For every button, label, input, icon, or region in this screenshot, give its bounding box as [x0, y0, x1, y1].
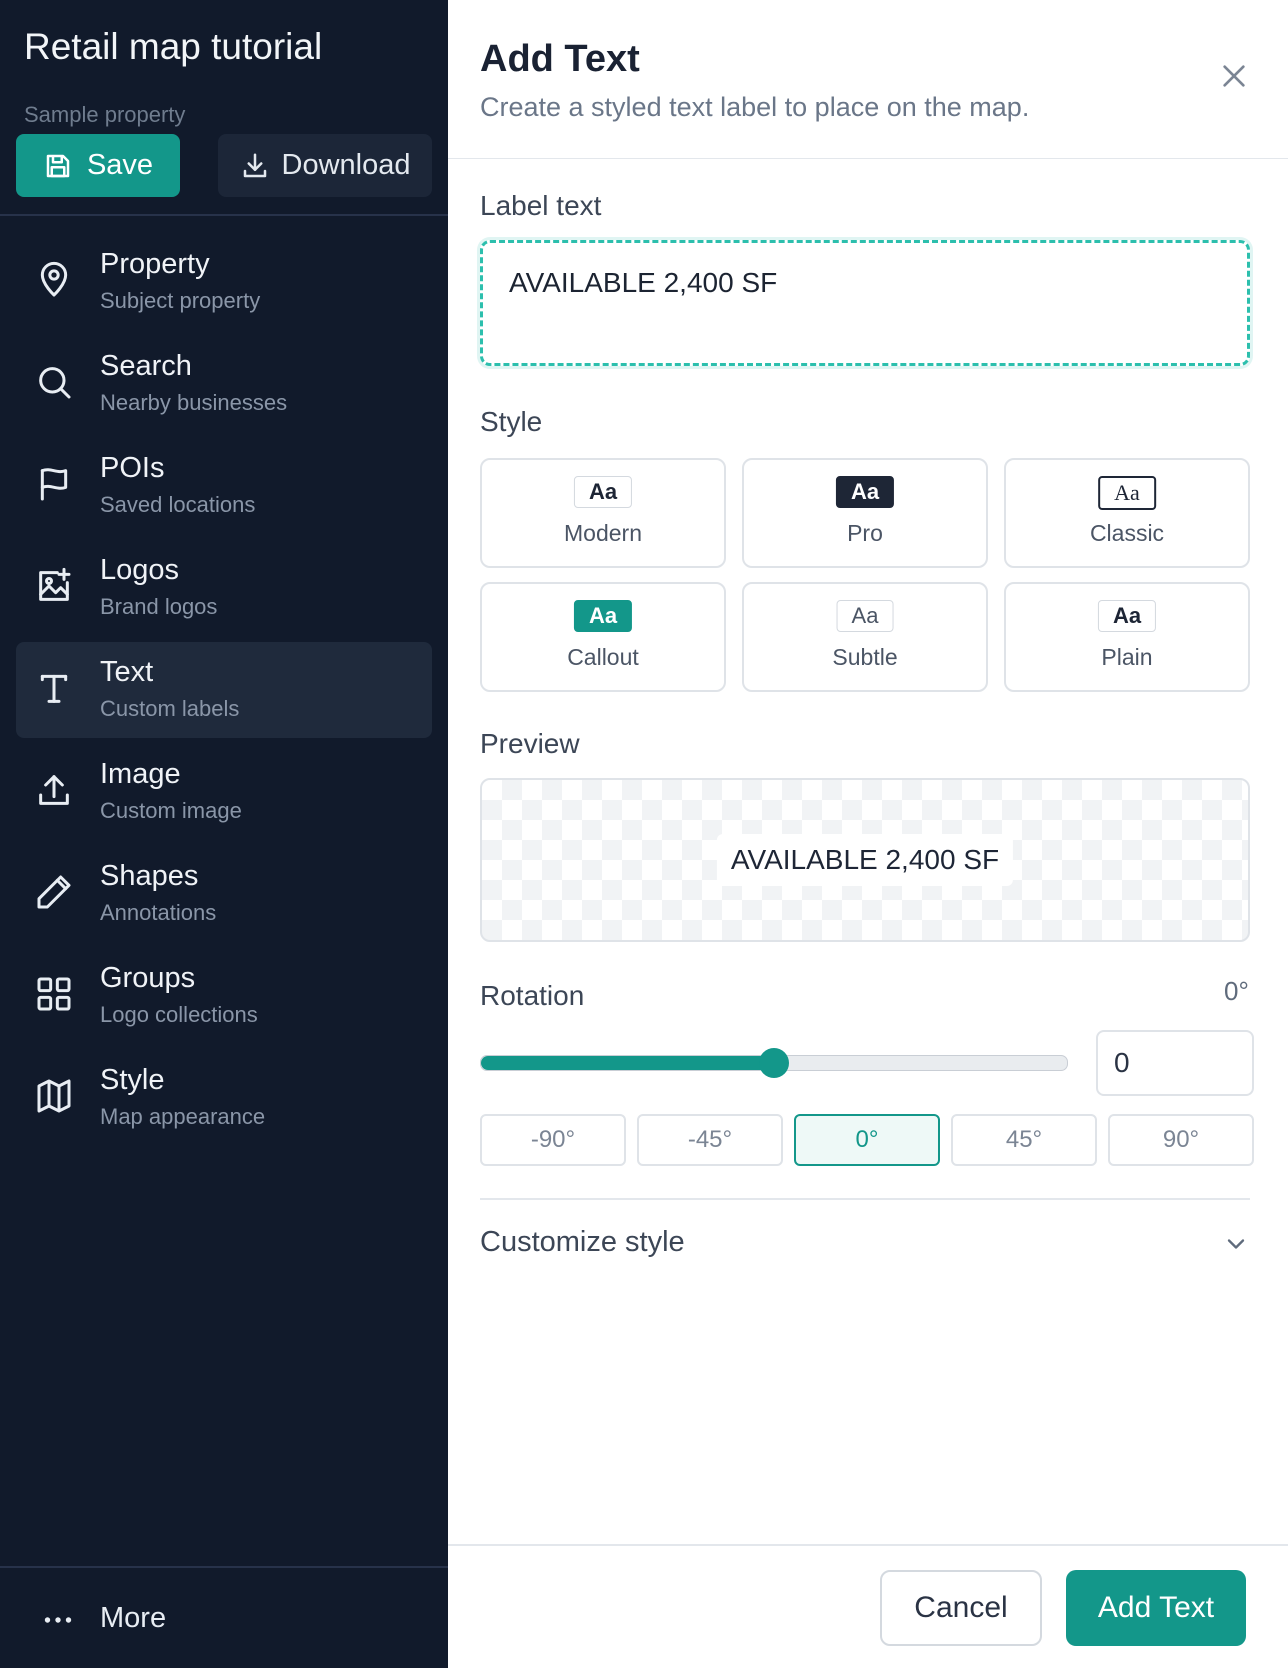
- add-text-button[interactable]: Add Text: [1066, 1570, 1246, 1646]
- style-sample-chip: Aa: [573, 600, 633, 632]
- style-option-label: Modern: [564, 520, 642, 546]
- add-text-panel: Add Text Create a styled text label to p…: [448, 0, 1288, 1668]
- sidebar-item-label: Image: [100, 758, 181, 790]
- save-label: Save: [86, 149, 154, 181]
- map-icon: [34, 1076, 74, 1116]
- rotation-heading: Rotation: [480, 980, 585, 1011]
- more-label: More: [100, 1602, 167, 1634]
- customize-divider: [480, 1198, 1250, 1200]
- sidebar-item-label: POIs: [100, 452, 165, 484]
- style-sample-chip: Aa: [1098, 476, 1156, 510]
- download-icon: [240, 151, 270, 181]
- sidebar-item-sublabel: Annotations: [100, 900, 217, 925]
- close-icon[interactable]: [1218, 60, 1250, 92]
- preview-canvas: AVAILABLE 2,400 SF: [480, 778, 1250, 942]
- style-sample-chip: Aa: [1097, 600, 1157, 632]
- sidebar-item-label: Text: [100, 656, 154, 688]
- style-option-plain[interactable]: Aa Plain: [1004, 582, 1250, 692]
- sidebar-item-search[interactable]: Search Nearby businesses: [16, 336, 432, 432]
- preview-heading: Preview: [480, 728, 580, 759]
- sidebar-item-logos[interactable]: Logos Brand logos: [16, 540, 432, 636]
- sidebar-item-label: Search: [100, 350, 192, 382]
- sidebar-item-property[interactable]: Property Subject property: [16, 234, 432, 330]
- pencil-icon: [34, 872, 74, 912]
- sidebar-item-label: Property: [100, 248, 210, 280]
- rotation-slider-thumb[interactable]: [759, 1048, 789, 1078]
- upload-icon: [34, 770, 74, 810]
- download-button[interactable]: Download: [218, 134, 432, 197]
- style-sample-chip: Aa: [836, 600, 894, 632]
- sidebar-divider: [0, 214, 448, 216]
- rotation-value-display: 0°: [1224, 976, 1249, 1006]
- rotation-slider-fill: [481, 1056, 774, 1070]
- sidebar-item-sublabel: Custom image: [100, 798, 242, 823]
- panel-title: Add Text: [480, 38, 640, 80]
- rotation-preset-minus-45[interactable]: -45°: [637, 1114, 783, 1166]
- sidebar-item-label: Style: [100, 1064, 165, 1096]
- header-divider: [448, 158, 1288, 159]
- chevron-down-icon: [1222, 1230, 1250, 1258]
- sidebar-item-sublabel: Nearby businesses: [100, 390, 288, 415]
- rotation-preset-90[interactable]: 90°: [1108, 1114, 1254, 1166]
- style-option-pro[interactable]: Aa Pro: [742, 458, 988, 568]
- rotation-input[interactable]: [1096, 1030, 1254, 1096]
- style-option-classic[interactable]: Aa Classic: [1004, 458, 1250, 568]
- sidebar-item-pois[interactable]: POIs Saved locations: [16, 438, 432, 534]
- style-option-label: Classic: [1089, 520, 1165, 546]
- sidebar-item-sublabel: Subject property: [100, 288, 261, 313]
- panel-subtitle: Create a styled text label to place on t…: [480, 92, 1030, 122]
- style-heading: Style: [480, 406, 543, 437]
- style-option-callout[interactable]: Aa Callout: [480, 582, 726, 692]
- footer-divider: [448, 1544, 1288, 1546]
- sidebar-item-sublabel: Map appearance: [100, 1104, 266, 1129]
- rotation-preset-minus-90[interactable]: -90°: [480, 1114, 626, 1166]
- sidebar-item-text[interactable]: Text Custom labels: [16, 642, 432, 738]
- sidebar-bottom-divider: [0, 1566, 448, 1568]
- sidebar-item-sublabel: Logo collections: [100, 1002, 258, 1027]
- image-plus-icon: [34, 566, 74, 606]
- text-icon: [34, 668, 74, 708]
- style-option-subtle[interactable]: Aa Subtle: [742, 582, 988, 692]
- app-subtitle: Sample property: [24, 102, 186, 127]
- sidebar-item-shapes[interactable]: Shapes Annotations: [16, 846, 432, 942]
- grid-icon: [34, 974, 74, 1014]
- label-text-input[interactable]: AVAILABLE 2,400 SF: [480, 240, 1250, 366]
- save-icon: [43, 151, 73, 181]
- sidebar-item-groups[interactable]: Groups Logo collections: [16, 948, 432, 1044]
- save-button[interactable]: Save: [16, 134, 180, 197]
- sidebar-item-sublabel: Custom labels: [100, 696, 240, 721]
- sidebar-item-style[interactable]: Style Map appearance: [16, 1050, 432, 1146]
- style-option-label: Subtle: [832, 644, 898, 670]
- search-icon: [34, 362, 74, 402]
- sidebar-item-label: Groups: [100, 962, 196, 994]
- customize-style-label: Customize style: [480, 1226, 685, 1258]
- style-sample-chip: Aa: [573, 476, 633, 508]
- sidebar-item-sublabel: Brand logos: [100, 594, 218, 619]
- sidebar: Retail map tutorial Sample property Save…: [0, 0, 448, 1668]
- style-option-label: Plain: [1101, 644, 1153, 670]
- rotation-slider[interactable]: [480, 1048, 1068, 1078]
- sidebar-item-sublabel: Saved locations: [100, 492, 256, 517]
- preview-label: AVAILABLE 2,400 SF: [716, 834, 1014, 886]
- flag-icon: [34, 464, 74, 504]
- sidebar-item-image[interactable]: Image Custom image: [16, 744, 432, 840]
- map-pin-icon: [34, 260, 74, 300]
- sidebar-item-label: Logos: [100, 554, 180, 586]
- rotation-preset-0[interactable]: 0°: [794, 1114, 940, 1166]
- rotation-preset-45[interactable]: 45°: [951, 1114, 1097, 1166]
- style-option-label: Callout: [567, 644, 639, 670]
- more-button[interactable]: More: [16, 1590, 432, 1650]
- cancel-button[interactable]: Cancel: [880, 1570, 1042, 1646]
- customize-style-toggle[interactable]: Customize style: [480, 1222, 1250, 1282]
- label-text-heading: Label text: [480, 190, 602, 221]
- sidebar-item-label: Shapes: [100, 860, 199, 892]
- download-label: Download: [281, 149, 411, 181]
- style-option-modern[interactable]: Aa Modern: [480, 458, 726, 568]
- more-dots-icon: [40, 1602, 76, 1638]
- style-sample-chip: Aa: [835, 476, 895, 508]
- style-option-label: Pro: [847, 520, 883, 546]
- app-title: Retail map tutorial: [24, 26, 323, 67]
